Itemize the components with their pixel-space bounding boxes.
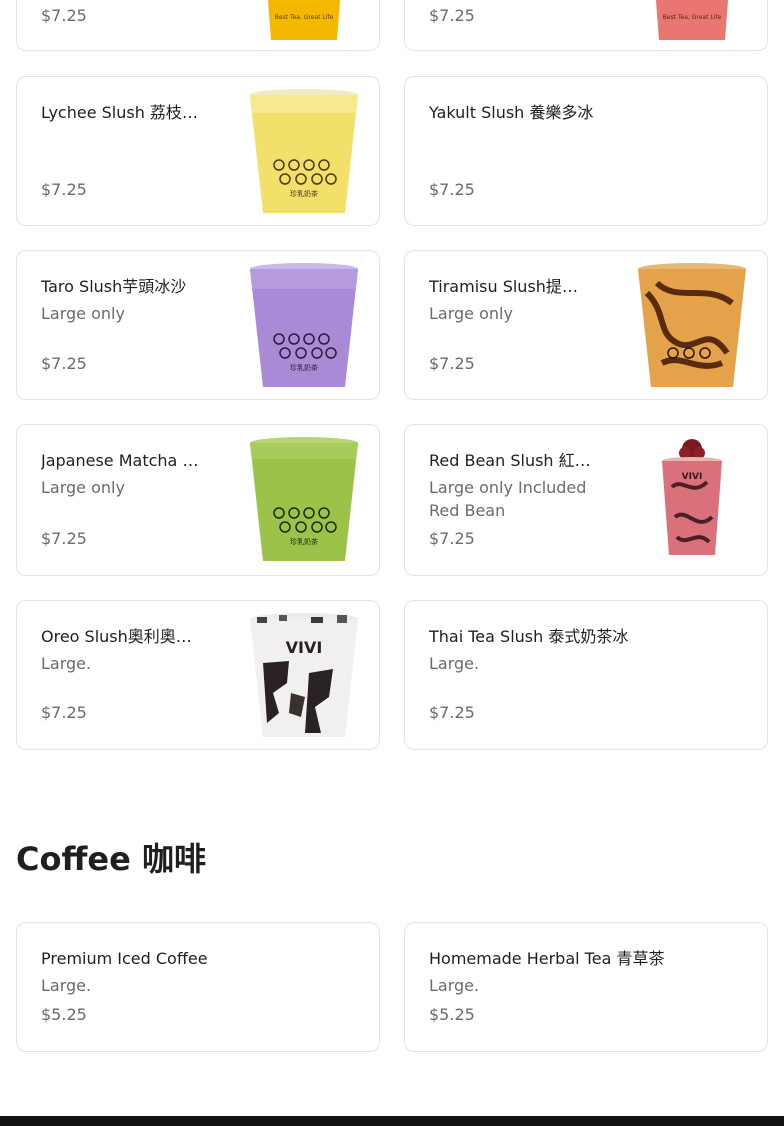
cup-brand: VIVI [682,472,703,482]
item-name: Premium Iced Coffee [41,949,208,968]
cup-tagline: Best Tea, Great Life [663,14,722,21]
cup-image-icon: VIVI [250,613,358,737]
menu-item-card[interactable]: Red Bean Slush 紅豆冰沙 Large only Included … [404,424,768,576]
cup-image-icon [638,263,746,387]
item-price: $5.25 [429,1005,475,1024]
mango-slush-image: Best Tea, Great Life [249,0,359,40]
item-price: $7.25 [429,703,475,722]
taro-slush-image: 珍乳奶茶 [249,263,359,387]
item-price: $7.25 [429,354,475,373]
tiramisu-slush-image [637,263,747,387]
item-description: Large only [41,304,125,323]
item-price: $7.25 [41,354,87,373]
matcha-slush-image: 珍乳奶茶 [249,437,359,561]
item-price: $7.25 [41,703,87,722]
item-price: $7.25 [429,529,475,548]
item-description: Large. [429,976,480,995]
oreo-slush-image: VIVI [249,613,359,737]
item-description: Large only [41,478,125,497]
item-name: Homemade Herbal Tea 青草茶 [429,949,665,968]
menu-item-card[interactable]: $7.25 Best Tea, Great Life [16,0,380,51]
menu-item-card[interactable]: Japanese Matcha Slush 日式抹茶冰沙 Large only … [16,424,380,576]
menu-item-card[interactable]: Yakult Slush 養樂多冰 $7.25 [404,76,768,226]
menu-item-card[interactable]: $7.25 Best Tea, Great Life [404,0,768,51]
cup-logo: 珍乳奶茶 [290,363,318,372]
menu-item-card[interactable]: Lychee Slush 荔枝冰沙 $7.25 珍乳奶茶 [16,76,380,226]
menu-item-card[interactable]: Tiramisu Slush提拉米蘇冰沙 Large only $7.25 [404,250,768,400]
footer-bar [0,1116,784,1126]
item-name: Tiramisu Slush提拉米蘇冰沙 [429,277,591,296]
item-description: Large. [41,654,92,673]
cup-logo: 珍乳奶茶 [290,189,318,198]
lychee-slush-image: 珍乳奶茶 [249,89,359,213]
item-price: $7.25 [41,180,87,199]
cup-image-icon: 珍乳奶茶 [250,263,358,387]
strawberry-slush-image: Best Tea, Great Life [637,0,747,40]
section-title-coffee: Coffee 咖啡 [16,840,206,878]
menu-item-card[interactable]: Thai Tea Slush 泰式奶茶冰 Large. $7.25 [404,600,768,750]
item-name: Oreo Slush奧利奧冰沙 [41,627,203,646]
item-description: Large only Included Red Bean [429,478,587,520]
item-price: $7.25 [41,6,87,25]
item-description: Large. [429,654,480,673]
item-name: Thai Tea Slush 泰式奶茶冰 [429,627,629,646]
cup-logo: 珍乳奶茶 [290,537,318,546]
item-name: Yakult Slush 養樂多冰 [429,103,594,122]
cup-image-icon: Best Tea, Great Life [267,0,341,40]
item-description: Large only [429,304,513,323]
menu-item-card[interactable]: Oreo Slush奧利奧冰沙 Large. $7.25 VIVI [16,600,380,750]
menu-item-card[interactable]: Taro Slush芋頭冰沙 Large only $7.25 珍乳奶茶 [16,250,380,400]
cup-image-icon: 珍乳奶茶 [250,437,358,561]
item-name: Lychee Slush 荔枝冰沙 [41,103,203,122]
cup-image-icon: 珍乳奶茶 [250,89,358,213]
item-price: $7.25 [429,6,475,25]
cup-image-icon: VIVI [662,439,722,555]
item-description: Large. [41,976,92,995]
menu-item-card[interactable]: Homemade Herbal Tea 青草茶 Large. $5.25 [404,922,768,1052]
item-price: $7.25 [41,529,87,548]
cup-brand: VIVI [286,638,323,657]
red-bean-slush-image: VIVI [637,437,747,561]
item-name: Taro Slush芋頭冰沙 [41,277,187,296]
item-price: $5.25 [41,1005,87,1024]
item-price: $7.25 [429,180,475,199]
item-name: Japanese Matcha Slush 日式抹茶冰沙 [41,451,203,470]
menu-item-card[interactable]: Premium Iced Coffee Large. $5.25 [16,922,380,1052]
cup-tagline: Best Tea, Great Life [275,14,334,21]
item-name: Red Bean Slush 紅豆冰沙 [429,451,591,470]
cup-image-icon: Best Tea, Great Life [655,0,729,40]
